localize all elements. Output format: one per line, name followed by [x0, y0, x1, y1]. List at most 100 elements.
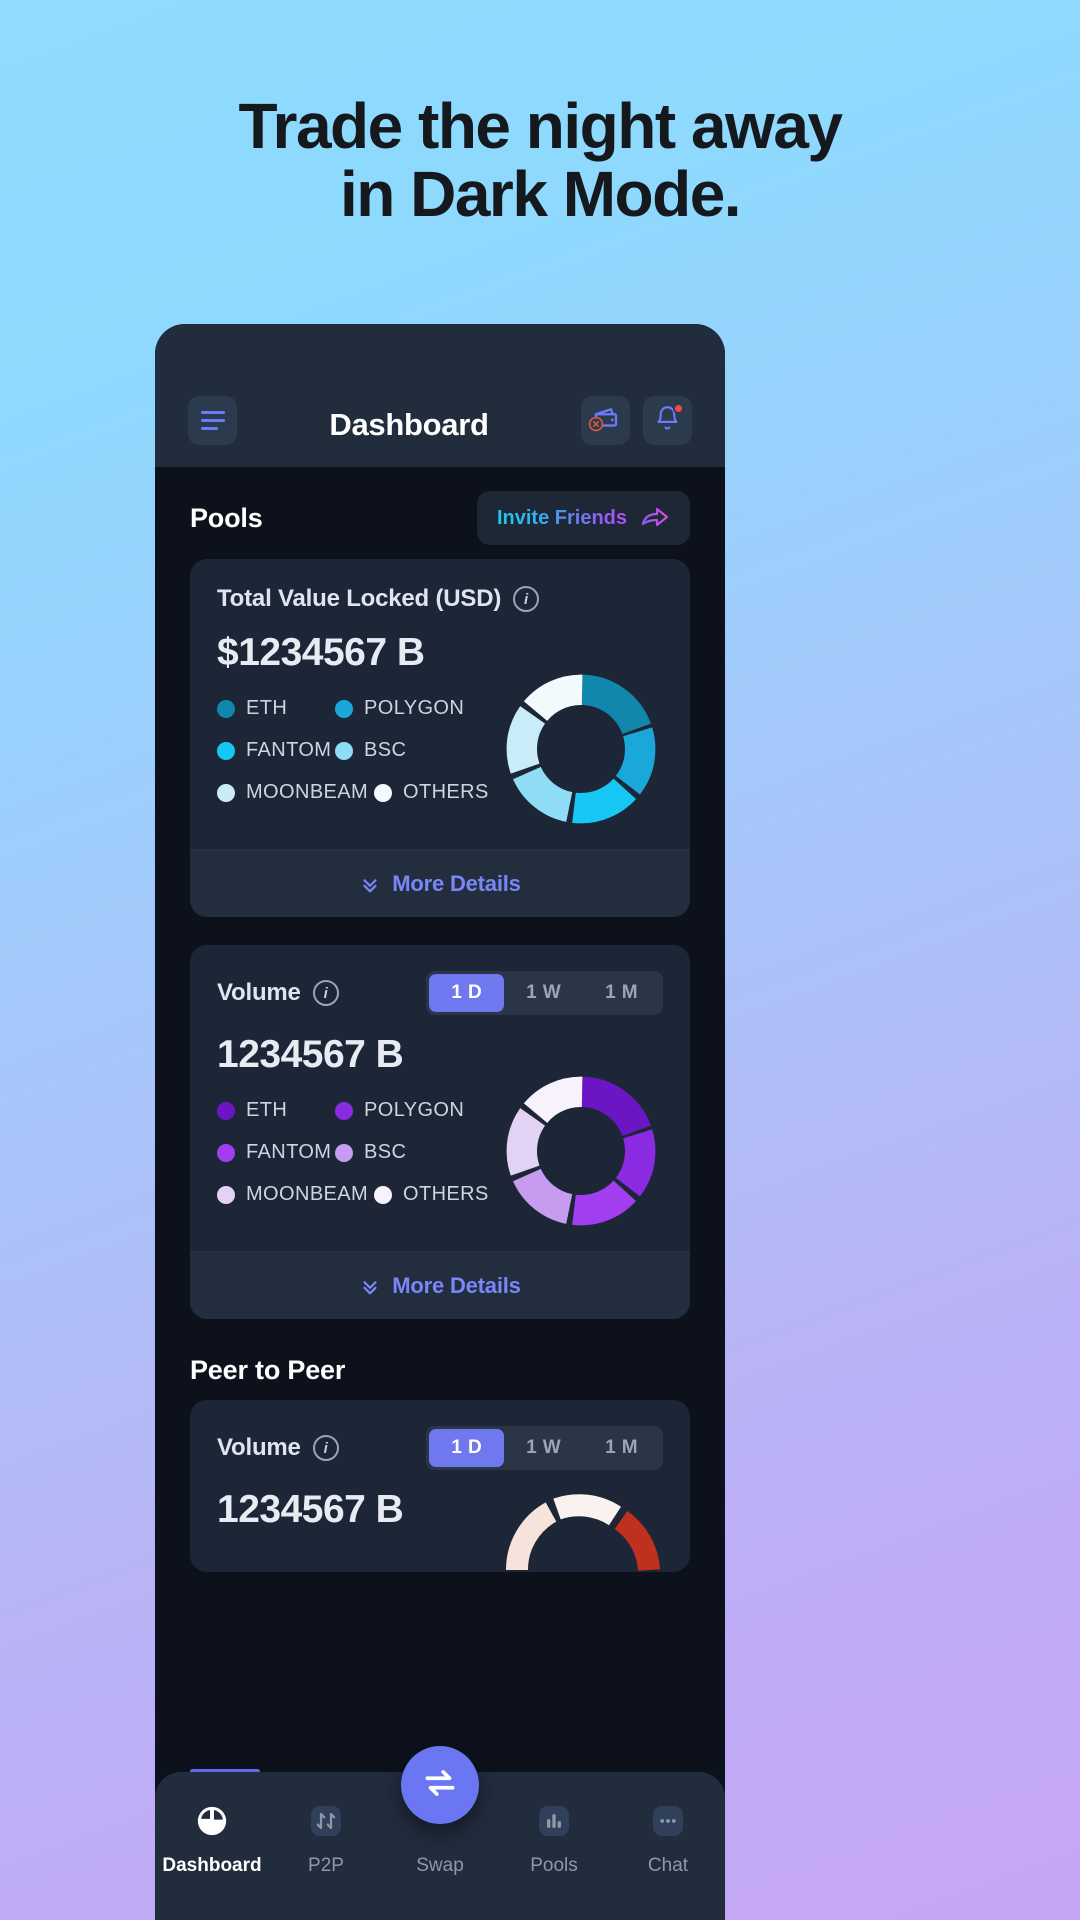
- legend-row: MOONBEAM OTHERS: [217, 1183, 501, 1206]
- p2p-volume-card-body: Volume i 1 D 1 W 1 M 1234567 B: [190, 1400, 690, 1572]
- headline-line-1: Trade the night away: [238, 90, 843, 162]
- legend-item[interactable]: MOONBEAM: [217, 781, 374, 804]
- range-option-1d[interactable]: 1 D: [429, 974, 505, 1012]
- double-chevron-down-icon: [359, 873, 381, 895]
- nav-item-pools[interactable]: Pools: [497, 1802, 611, 1877]
- headline-line-2: in Dark Mode.: [339, 158, 742, 231]
- legend-row: FANTOM BSC: [217, 1141, 501, 1164]
- legend-item[interactable]: BSC: [335, 739, 406, 762]
- volume-more-details-button[interactable]: More Details: [190, 1251, 690, 1319]
- exchange-arrows-icon: [421, 1764, 459, 1807]
- legend-item[interactable]: FANTOM: [217, 739, 335, 762]
- range-option-1d[interactable]: 1 D: [429, 1429, 505, 1467]
- legend-color-dot: [217, 699, 235, 718]
- legend-label: ETH: [246, 697, 288, 719]
- p2p-volume-card-header: Volume i 1 D 1 W 1 M: [217, 1426, 663, 1470]
- p2p-section-title: Peer to Peer: [190, 1355, 346, 1385]
- info-icon[interactable]: i: [312, 980, 339, 1006]
- legend-row: MOONBEAM OTHERS: [217, 781, 501, 804]
- tvl-card-header: Total Value Locked (USD) i: [217, 585, 663, 613]
- invite-friends-button[interactable]: Invite Friends: [476, 491, 690, 545]
- legend-item[interactable]: OTHERS: [374, 781, 489, 804]
- wallet-error-badge-icon: [588, 416, 604, 437]
- legend-item[interactable]: POLYGON: [335, 1099, 464, 1122]
- pools-volume-card-body: Volume i 1 D 1 W 1 M 1234567 B ETH POLYG…: [190, 945, 690, 1251]
- legend-color-dot: [335, 1143, 353, 1162]
- nav-label: Pools: [530, 1855, 578, 1876]
- volume-legend: ETH POLYGON FANTOM BSC MOONBEAM OTHERS: [217, 1077, 501, 1225]
- wallet-button[interactable]: [581, 396, 630, 445]
- nav-label: P2P: [308, 1855, 344, 1876]
- tvl-card: Total Value Locked (USD) i $1234567 B ET…: [190, 559, 690, 917]
- tvl-chart-row: ETH POLYGON FANTOM BSC MOONBEAM OTHERS: [217, 674, 663, 829]
- bar-chart-icon: [536, 1802, 572, 1840]
- legend-label: FANTOM: [246, 739, 332, 761]
- app-top-bar: Dashboard: [155, 324, 725, 467]
- legend-item[interactable]: BSC: [335, 1141, 406, 1164]
- nav-item-p2p[interactable]: P2P: [269, 1802, 383, 1877]
- pie-chart-icon: [195, 1802, 229, 1840]
- legend-color-dot: [335, 699, 353, 718]
- phone-mockup: Dashboard Pools Invite Friends Total Val…: [155, 324, 725, 1920]
- page-title: Dashboard: [329, 407, 489, 442]
- tvl-card-body: Total Value Locked (USD) i $1234567 B ET…: [190, 559, 690, 849]
- pools-section-title: Pools: [190, 502, 263, 533]
- legend-item[interactable]: OTHERS: [374, 1183, 489, 1206]
- nav-label: Dashboard: [162, 1855, 262, 1876]
- legend-label: OTHERS: [403, 781, 489, 803]
- legend-label: POLYGON: [364, 697, 465, 719]
- notifications-button[interactable]: [643, 396, 692, 445]
- nav-label: Chat: [647, 1855, 689, 1876]
- tvl-card-title: Total Value Locked (USD): [217, 585, 502, 612]
- legend-color-dot: [217, 783, 235, 802]
- invite-friends-label: Invite Friends: [496, 506, 627, 529]
- legend-item[interactable]: MOONBEAM: [217, 1183, 374, 1206]
- legend-color-dot: [335, 741, 353, 760]
- range-option-1m[interactable]: 1 M: [583, 1429, 660, 1467]
- legend-color-dot: [217, 741, 235, 760]
- info-icon[interactable]: i: [312, 1435, 339, 1461]
- tvl-legend: ETH POLYGON FANTOM BSC MOONBEAM OTHERS: [217, 675, 501, 823]
- nav-item-dashboard[interactable]: Dashboard: [155, 1802, 269, 1877]
- legend-color-dot: [335, 1101, 353, 1120]
- page-headline: Trade the night away in Dark Mode.: [0, 92, 1080, 229]
- volume-donut-chart[interactable]: [501, 1071, 661, 1231]
- pools-volume-title: Volume: [217, 979, 301, 1006]
- legend-label: BSC: [364, 1141, 407, 1163]
- legend-label: FANTOM: [246, 1141, 332, 1163]
- nav-item-swap[interactable]: Swap: [383, 1746, 497, 1877]
- legend-label: BSC: [364, 739, 407, 761]
- info-icon[interactable]: i: [513, 586, 540, 612]
- menu-button[interactable]: [188, 396, 237, 445]
- swap-fab-button[interactable]: [401, 1746, 479, 1824]
- dashboard-screen: Pools Invite Friends Total Value Locked …: [155, 467, 725, 1572]
- more-details-label: More Details: [392, 1272, 521, 1298]
- legend-color-dot: [217, 1143, 235, 1162]
- legend-item[interactable]: FANTOM: [217, 1141, 335, 1164]
- tvl-donut-chart[interactable]: [501, 669, 661, 829]
- notification-badge: [673, 403, 684, 414]
- range-option-1m[interactable]: 1 M: [583, 974, 660, 1012]
- range-toggle-group: 1 D 1 W 1 M: [426, 1426, 663, 1470]
- share-arrow-icon: [640, 505, 670, 531]
- range-toggle-group: 1 D 1 W 1 M: [426, 971, 663, 1015]
- nav-item-chat[interactable]: Chat: [611, 1802, 725, 1877]
- legend-label: ETH: [246, 1099, 288, 1121]
- legend-item[interactable]: ETH: [217, 697, 335, 720]
- legend-label: MOONBEAM: [246, 781, 369, 803]
- bottom-navigation-bar: Dashboard P2P Swap Pools Chat: [155, 1746, 725, 1920]
- double-chevron-down-icon: [359, 1275, 381, 1297]
- legend-label: OTHERS: [403, 1183, 489, 1205]
- legend-label: MOONBEAM: [246, 1183, 369, 1205]
- legend-row: ETH POLYGON: [217, 1099, 501, 1122]
- range-option-1w[interactable]: 1 W: [504, 1429, 583, 1467]
- range-option-1w[interactable]: 1 W: [504, 974, 583, 1012]
- tvl-more-details-button[interactable]: More Details: [190, 849, 690, 917]
- p2p-section-header: Peer to Peer: [155, 1347, 725, 1400]
- pools-section-header: Pools Invite Friends: [155, 467, 725, 559]
- p2p-gauge-chart[interactable]: [503, 1480, 663, 1572]
- legend-item[interactable]: ETH: [217, 1099, 335, 1122]
- legend-item[interactable]: POLYGON: [335, 697, 464, 720]
- legend-row: FANTOM BSC: [217, 739, 501, 762]
- hamburger-menu-icon: [200, 411, 225, 430]
